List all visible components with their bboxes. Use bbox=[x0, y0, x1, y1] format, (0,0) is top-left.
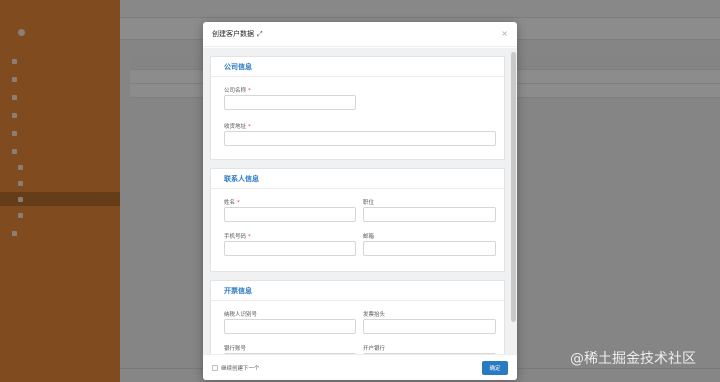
section-header: 联系人信息 bbox=[211, 169, 504, 189]
field-label: 开户银行 bbox=[363, 346, 386, 352]
dialog-title: 创建客户数据 bbox=[212, 30, 254, 38]
shipping-address-input[interactable] bbox=[224, 131, 496, 146]
section-header: 开票信息 bbox=[211, 281, 504, 301]
section-title: 公司信息 bbox=[224, 62, 252, 71]
confirm-button[interactable]: 确定 bbox=[482, 361, 508, 375]
continue-create-checkbox[interactable]: 继续创建下一个 bbox=[212, 364, 260, 372]
dialog-body: 公司信息 公司名称 * 收货地址 * 联系人信息 姓名 * 职位 手机号码 * 邮箱 开… bbox=[203, 48, 517, 354]
invoice-info-section: 开票信息 纳税人识别号 发票抬头 银行账号 开户银行 bbox=[210, 280, 505, 354]
watermark: @稀土掘金技术社区 bbox=[570, 351, 696, 367]
company-name-input[interactable] bbox=[224, 95, 356, 110]
close-icon[interactable]: × bbox=[501, 29, 508, 38]
section-title: 开票信息 bbox=[224, 286, 252, 295]
scrollbar-thumb[interactable] bbox=[511, 52, 516, 322]
checkbox-box[interactable] bbox=[212, 364, 218, 371]
field-label: 收货地址 * bbox=[224, 124, 251, 130]
contact-info-section: 联系人信息 姓名 * 职位 手机号码 * 邮箱 bbox=[210, 168, 505, 272]
continue-create-label: 继续创建下一个 bbox=[221, 365, 260, 372]
create-customer-dialog: 创建客户数据 ⤢ × 公司信息 公司名称 * 收货地址 * 联系人信息 姓名 * 职位… bbox=[203, 22, 517, 380]
field-label: 银行账号 bbox=[224, 346, 247, 352]
section-header: 公司信息 bbox=[211, 57, 504, 77]
position-input[interactable] bbox=[363, 207, 496, 222]
section-title: 联系人信息 bbox=[224, 174, 259, 183]
field-label: 纳税人识别号 bbox=[224, 312, 258, 318]
field-label: 手机号码 * bbox=[224, 234, 251, 240]
email-input[interactable] bbox=[363, 241, 496, 256]
field-label: 公司名称 * bbox=[224, 88, 251, 94]
field-label: 邮箱 bbox=[363, 234, 375, 240]
phone-input[interactable] bbox=[224, 241, 356, 256]
expand-icon[interactable]: ⤢ bbox=[257, 30, 263, 39]
field-label: 姓名 * bbox=[224, 200, 240, 206]
field-label: 职位 bbox=[363, 200, 375, 206]
dialog-footer: 继续创建下一个 确定 bbox=[203, 354, 517, 380]
invoice-title-input[interactable] bbox=[363, 319, 496, 334]
name-input[interactable] bbox=[224, 207, 356, 222]
dialog-header: 创建客户数据 ⤢ bbox=[203, 22, 517, 47]
taxpayer-id-input[interactable] bbox=[224, 319, 356, 334]
company-info-section: 公司信息 公司名称 * 收货地址 * bbox=[210, 56, 505, 160]
field-label: 发票抬头 bbox=[363, 312, 386, 318]
dialog-scrollbar[interactable] bbox=[510, 48, 517, 354]
